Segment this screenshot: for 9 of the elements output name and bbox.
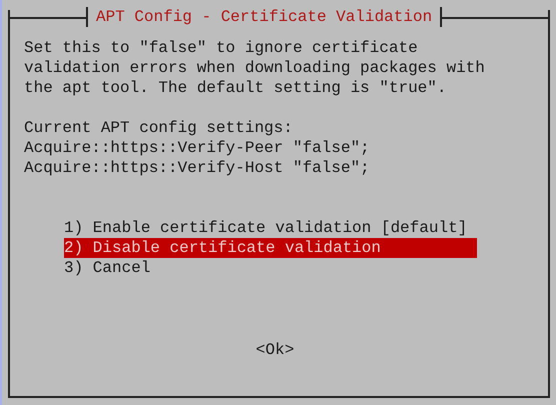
menu-item[interactable]: 3) Cancel bbox=[64, 258, 477, 278]
description-text: Set this to "false" to ignore certificate validation errors when downloading packages with the apt tool. The default setting is "true". bbox=[24, 38, 486, 98]
config-setting: Acquire::https::Verify-Peer "false"; bbox=[24, 138, 371, 158]
menu-item[interactable]: 2) Disable certificate validation bbox=[64, 238, 477, 258]
dialog-title: APT Config - Certificate Validation bbox=[86, 7, 442, 27]
settings-heading: Current APT config settings: bbox=[24, 118, 294, 138]
config-setting: Acquire::https::Verify-Host "false"; bbox=[24, 158, 371, 178]
ok-button[interactable]: <Ok> bbox=[256, 340, 294, 360]
menu-item[interactable]: 1) Enable certificate validation [default] bbox=[64, 218, 477, 238]
